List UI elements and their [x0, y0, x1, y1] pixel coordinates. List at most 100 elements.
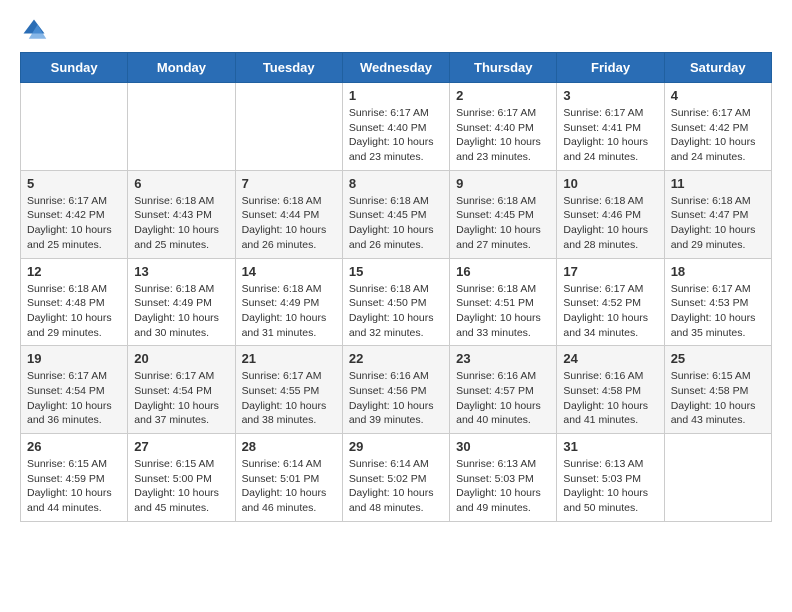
day-cell: 18 Sunrise: 6:17 AMSunset: 4:53 PMDayligh… [664, 258, 771, 346]
day-cell: 23 Sunrise: 6:16 AMSunset: 4:57 PMDayligh… [450, 346, 557, 434]
day-number: 22 [349, 351, 443, 366]
calendar-table: SundayMondayTuesdayWednesdayThursdayFrid… [20, 52, 772, 522]
day-info: Sunrise: 6:13 AMSunset: 5:03 PMDaylight:… [456, 457, 550, 516]
day-cell: 11 Sunrise: 6:18 AMSunset: 4:47 PMDayligh… [664, 170, 771, 258]
day-cell: 29 Sunrise: 6:14 AMSunset: 5:02 PMDayligh… [342, 434, 449, 522]
day-number: 14 [242, 264, 336, 279]
day-cell: 21Sunrise: 6:17 AMSunset: 4:55 PMDayligh… [235, 346, 342, 434]
day-cell: 2 Sunrise: 6:17 AMSunset: 4:40 PMDaylight… [450, 83, 557, 171]
day-number: 26 [27, 439, 121, 454]
weekday-friday: Friday [557, 53, 664, 83]
day-info: Sunrise: 6:17 AMSunset: 4:54 PMDaylight:… [134, 369, 228, 428]
day-info: Sunrise: 6:18 AMSunset: 4:45 PMDaylight:… [349, 194, 443, 253]
day-cell: 25 Sunrise: 6:15 AMSunset: 4:58 PMDayligh… [664, 346, 771, 434]
weekday-thursday: Thursday [450, 53, 557, 83]
day-number: 11 [671, 176, 765, 191]
day-number: 7 [242, 176, 336, 191]
day-info: Sunrise: 6:18 AMSunset: 4:49 PMDaylight:… [242, 282, 336, 341]
day-number: 2 [456, 88, 550, 103]
day-info: Sunrise: 6:17 AMSunset: 4:52 PMDaylight:… [563, 282, 657, 341]
day-number: 21 [242, 351, 336, 366]
day-cell: 4 Sunrise: 6:17 AMSunset: 4:42 PMDaylight… [664, 83, 771, 171]
weekday-tuesday: Tuesday [235, 53, 342, 83]
day-cell: 7 Sunrise: 6:18 AMSunset: 4:44 PMDaylight… [235, 170, 342, 258]
day-info: Sunrise: 6:18 AMSunset: 4:49 PMDaylight:… [134, 282, 228, 341]
day-info: Sunrise: 6:14 AMSunset: 5:02 PMDaylight:… [349, 457, 443, 516]
day-number: 19 [27, 351, 121, 366]
day-number: 1 [349, 88, 443, 103]
day-info: Sunrise: 6:15 AMSunset: 4:58 PMDaylight:… [671, 369, 765, 428]
day-info: Sunrise: 6:16 AMSunset: 4:58 PMDaylight:… [563, 369, 657, 428]
day-number: 28 [242, 439, 336, 454]
day-cell: 1Sunrise: 6:17 AMSunset: 4:40 PMDaylight… [342, 83, 449, 171]
day-cell [21, 83, 128, 171]
day-cell: 16 Sunrise: 6:18 AMSunset: 4:51 PMDayligh… [450, 258, 557, 346]
day-number: 23 [456, 351, 550, 366]
day-cell: 15 Sunrise: 6:18 AMSunset: 4:50 PMDayligh… [342, 258, 449, 346]
day-cell: 8 Sunrise: 6:18 AMSunset: 4:45 PMDaylight… [342, 170, 449, 258]
day-number: 30 [456, 439, 550, 454]
day-cell [664, 434, 771, 522]
weekday-header-row: SundayMondayTuesdayWednesdayThursdayFrid… [21, 53, 772, 83]
day-info: Sunrise: 6:14 AMSunset: 5:01 PMDaylight:… [242, 457, 336, 516]
day-number: 5 [27, 176, 121, 191]
day-cell [235, 83, 342, 171]
day-cell: 10 Sunrise: 6:18 AMSunset: 4:46 PMDayligh… [557, 170, 664, 258]
week-row-2: 5Sunrise: 6:17 AMSunset: 4:42 PMDaylight… [21, 170, 772, 258]
day-info: Sunrise: 6:18 AMSunset: 4:44 PMDaylight:… [242, 194, 336, 253]
day-info: Sunrise: 6:17 AMSunset: 4:41 PMDaylight:… [563, 106, 657, 165]
day-number: 4 [671, 88, 765, 103]
day-number: 25 [671, 351, 765, 366]
day-cell: 19 Sunrise: 6:17 AMSunset: 4:54 PMDayligh… [21, 346, 128, 434]
weekday-sunday: Sunday [21, 53, 128, 83]
day-info: Sunrise: 6:18 AMSunset: 4:48 PMDaylight:… [27, 282, 121, 341]
day-number: 29 [349, 439, 443, 454]
day-number: 24 [563, 351, 657, 366]
week-row-1: 1 Sunrise: 6:17 AMSunset: 4:40 PMDaylight… [21, 83, 772, 171]
week-row-3: 12 Sunrise: 6:18 AMSunset: 4:48 PMDayligh… [21, 258, 772, 346]
day-number: 27 [134, 439, 228, 454]
day-info: Sunrise: 6:18 AMSunset: 4:45 PMDaylight:… [456, 194, 550, 253]
day-number: 18 [671, 264, 765, 279]
day-cell [128, 83, 235, 171]
day-cell: 13 Sunrise: 6:18 AMSunset: 4:49 PMDayligh… [128, 258, 235, 346]
day-info: Sunrise: 6:17 AMSunset: 4:54 PMDaylight:… [27, 369, 121, 428]
day-info: Sunrise: 6:17 AMSunset: 4:53 PMDaylight:… [671, 282, 765, 341]
day-cell: 12 Sunrise: 6:18 AMSunset: 4:48 PMDayligh… [21, 258, 128, 346]
day-info: Sunrise: 6:18 AMSunset: 4:46 PMDaylight:… [563, 194, 657, 253]
day-number: 3 [563, 88, 657, 103]
header [20, 16, 772, 44]
logo [20, 16, 50, 44]
day-info: Sunrise: 6:18 AMSunset: 4:50 PMDaylight:… [349, 282, 443, 341]
day-number: 10 [563, 176, 657, 191]
day-cell: 5Sunrise: 6:17 AMSunset: 4:42 PMDaylight… [21, 170, 128, 258]
day-info: Sunrise: 6:17 AMSunset: 4:40 PMDaylight:… [456, 106, 550, 165]
day-info: Sunrise: 6:16 AMSunset: 4:56 PMDaylight:… [349, 369, 443, 428]
day-cell: 3 Sunrise: 6:17 AMSunset: 4:41 PMDaylight… [557, 83, 664, 171]
week-row-4: 19 Sunrise: 6:17 AMSunset: 4:54 PMDayligh… [21, 346, 772, 434]
day-info: Sunrise: 6:17 AMSunset: 4:42 PMDaylight:… [671, 106, 765, 165]
day-cell: 31 Sunrise: 6:13 AMSunset: 5:03 PMDayligh… [557, 434, 664, 522]
weekday-saturday: Saturday [664, 53, 771, 83]
day-number: 6 [134, 176, 228, 191]
day-number: 31 [563, 439, 657, 454]
page: SundayMondayTuesdayWednesdayThursdayFrid… [0, 0, 792, 538]
day-cell: 26Sunrise: 6:15 AMSunset: 4:59 PMDayligh… [21, 434, 128, 522]
day-number: 16 [456, 264, 550, 279]
day-info: Sunrise: 6:18 AMSunset: 4:47 PMDaylight:… [671, 194, 765, 253]
day-info: Sunrise: 6:13 AMSunset: 5:03 PMDaylight:… [563, 457, 657, 516]
day-number: 15 [349, 264, 443, 279]
day-cell: 9Sunrise: 6:18 AMSunset: 4:45 PMDaylight… [450, 170, 557, 258]
day-number: 8 [349, 176, 443, 191]
logo-icon [20, 16, 48, 44]
day-info: Sunrise: 6:18 AMSunset: 4:51 PMDaylight:… [456, 282, 550, 341]
day-info: Sunrise: 6:16 AMSunset: 4:57 PMDaylight:… [456, 369, 550, 428]
day-number: 20 [134, 351, 228, 366]
day-number: 12 [27, 264, 121, 279]
day-number: 13 [134, 264, 228, 279]
week-row-5: 26Sunrise: 6:15 AMSunset: 4:59 PMDayligh… [21, 434, 772, 522]
day-cell: 22 Sunrise: 6:16 AMSunset: 4:56 PMDayligh… [342, 346, 449, 434]
day-cell: 30 Sunrise: 6:13 AMSunset: 5:03 PMDayligh… [450, 434, 557, 522]
day-cell: 17Sunrise: 6:17 AMSunset: 4:52 PMDayligh… [557, 258, 664, 346]
weekday-monday: Monday [128, 53, 235, 83]
